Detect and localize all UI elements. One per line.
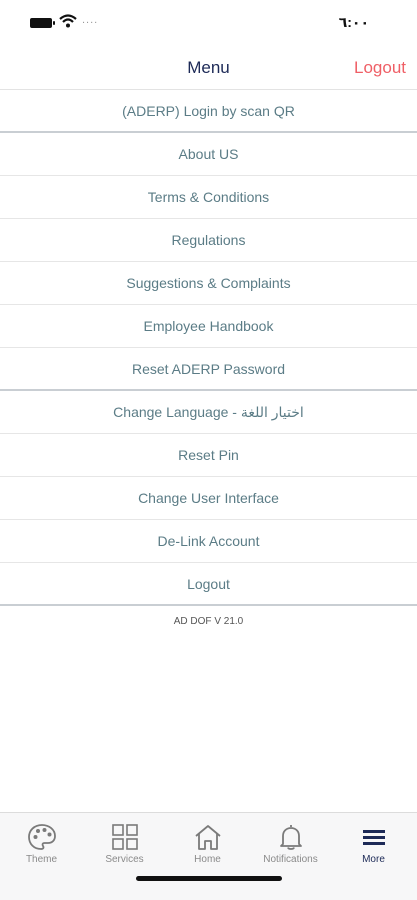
palette-icon — [27, 824, 56, 850]
menu-icon — [362, 830, 385, 845]
app-version: AD DOF V 21.0 — [173, 616, 244, 627]
menu-item-reset-pin[interactable]: Reset Pin — [0, 434, 417, 477]
tab-services[interactable]: Services — [83, 813, 166, 869]
signal-dots: .... — [82, 14, 99, 26]
home-indicator — [136, 876, 282, 881]
menu-list: (ADERP) Login by scan QR About US Terms … — [0, 90, 417, 606]
grid-icon — [111, 824, 138, 850]
tab-home[interactable]: Home — [166, 813, 249, 869]
menu-item-reset-aderp-password[interactable]: Reset ADERP Password — [0, 348, 417, 391]
menu-item-terms-conditions[interactable]: Terms & Conditions — [0, 176, 417, 219]
bell-icon — [279, 825, 302, 850]
tab-more[interactable]: More — [332, 813, 415, 869]
menu-item-aderp-login-qr[interactable]: (ADERP) Login by scan QR — [0, 90, 417, 133]
tab-home-label: Home — [194, 854, 221, 865]
battery-icon — [30, 18, 55, 28]
menu-item-logout[interactable]: Logout — [0, 563, 417, 606]
menu-item-delink-account[interactable]: De-Link Account — [0, 520, 417, 563]
status-bar: .... ٦:٠٠ — [0, 0, 417, 44]
menu-item-suggestions-complaints[interactable]: Suggestions & Complaints — [0, 262, 417, 305]
tab-theme[interactable]: Theme — [0, 813, 83, 869]
menu-item-change-language[interactable]: Change Language - اختيار اللغة — [0, 391, 417, 434]
tab-bar: Theme Services Home Notifications More — [0, 812, 417, 900]
menu-item-regulations[interactable]: Regulations — [0, 219, 417, 262]
tab-notifications-label: Notifications — [263, 854, 318, 865]
tab-services-label: Services — [105, 854, 144, 865]
menu-item-about-us[interactable]: About US — [0, 133, 417, 176]
tab-notifications[interactable]: Notifications — [249, 813, 332, 869]
wifi-icon — [59, 14, 77, 28]
home-icon — [194, 825, 221, 850]
tab-more-label: More — [362, 854, 385, 865]
menu-item-employee-handbook[interactable]: Employee Handbook — [0, 305, 417, 348]
status-time: ٦:٠٠ — [338, 14, 369, 30]
tab-theme-label: Theme — [25, 854, 58, 865]
menu-item-change-user-interface[interactable]: Change User Interface — [0, 477, 417, 520]
logout-header-button[interactable]: Logout — [354, 58, 406, 78]
navigation-header: Menu Logout — [0, 44, 417, 90]
